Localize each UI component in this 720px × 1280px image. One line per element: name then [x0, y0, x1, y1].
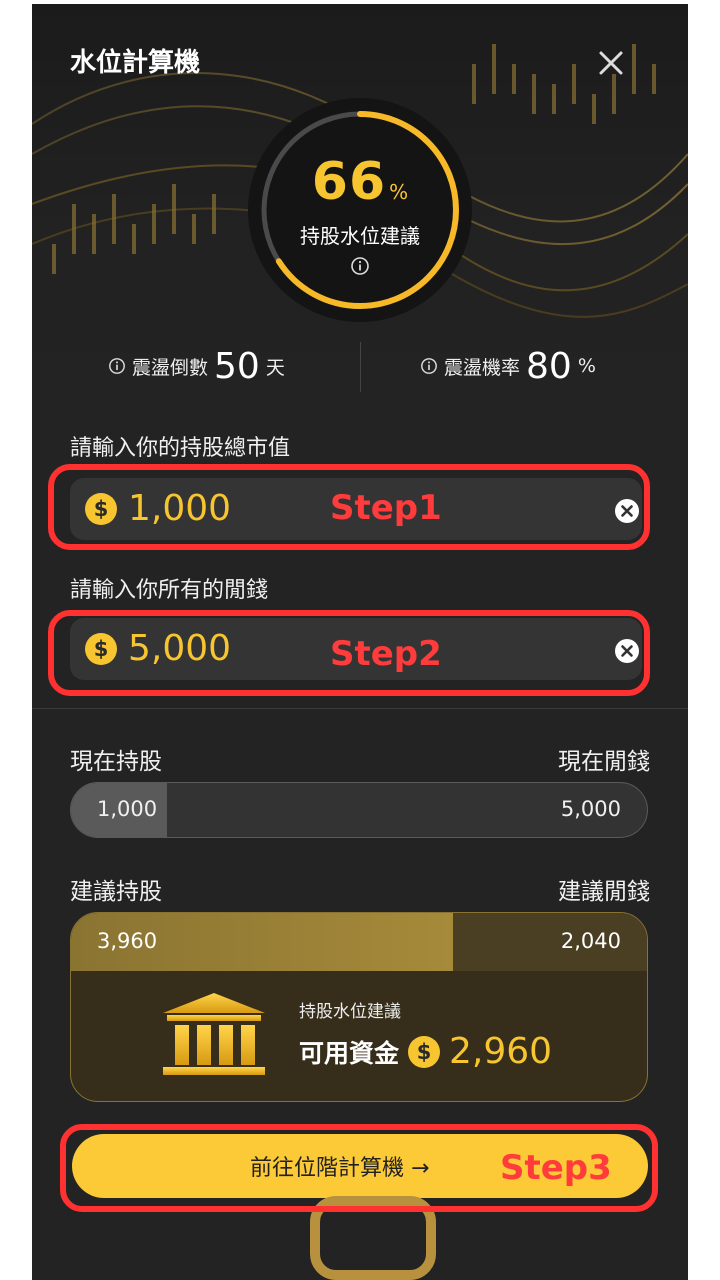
- current-cash-label: 現在閒錢: [558, 749, 650, 775]
- countdown-label: 震盪倒數: [132, 356, 209, 379]
- card-subtitle: 持股水位建議: [299, 1002, 401, 1022]
- gauge-number: 66: [311, 152, 387, 212]
- countdown-unit: 天: [265, 356, 285, 379]
- stat-probability: 震盪機率 80 %: [420, 344, 596, 388]
- cash-input-label: 請輸入你所有的閒錢: [70, 578, 269, 603]
- gauge-value: 66%: [246, 152, 474, 212]
- available-funds-label: 可用資金: [299, 1038, 400, 1068]
- step1-label: Step1: [330, 488, 442, 528]
- info-icon[interactable]: [420, 357, 438, 375]
- current-cash-value: 5,000: [560, 797, 621, 821]
- current-holdings-value: 1,000: [97, 797, 158, 821]
- gauge-label: 持股水位建議: [300, 224, 420, 248]
- dollar-coin-icon: $: [408, 1035, 441, 1068]
- suggested-cash-value: 2,040: [560, 929, 621, 953]
- suggested-holdings-value: 3,960: [97, 929, 158, 953]
- available-funds-value: 2,960: [449, 1031, 553, 1072]
- probability-label: 震盪機率: [444, 356, 521, 379]
- suggestion-card: 3,960 2,040 持股水位建議 可用資金 $ 2,960: [70, 912, 648, 1102]
- suggested-cash-label: 建議閒錢: [558, 879, 650, 905]
- bank-icon: [163, 993, 265, 1075]
- step3-label: Step3: [500, 1148, 612, 1188]
- suggested-holdings-label: 建議持股: [70, 879, 162, 905]
- stat-countdown: 震盪倒數 50 天: [108, 344, 285, 388]
- page-title: 水位計算機: [70, 48, 201, 78]
- available-funds: 可用資金 $ 2,960: [299, 1031, 552, 1072]
- countdown-value: 50: [214, 345, 260, 387]
- close-icon[interactable]: [598, 50, 624, 76]
- step2-label: Step2: [330, 634, 442, 674]
- stat-divider: [360, 342, 361, 392]
- section-divider: [32, 708, 688, 709]
- info-icon[interactable]: [350, 256, 370, 276]
- current-allocation-bar: 1,000 5,000: [70, 782, 648, 838]
- probability-unit: %: [577, 355, 596, 377]
- current-holdings-label: 現在持股: [70, 749, 162, 775]
- probability-value: 80: [526, 345, 572, 387]
- gauge-unit: %: [389, 180, 409, 204]
- svg-text:$: $: [417, 1040, 432, 1064]
- holdings-input-label: 請輸入你的持股總市值: [70, 436, 291, 461]
- suggested-allocation-bar: 3,960 2,040: [71, 913, 647, 971]
- info-icon[interactable]: [108, 357, 126, 375]
